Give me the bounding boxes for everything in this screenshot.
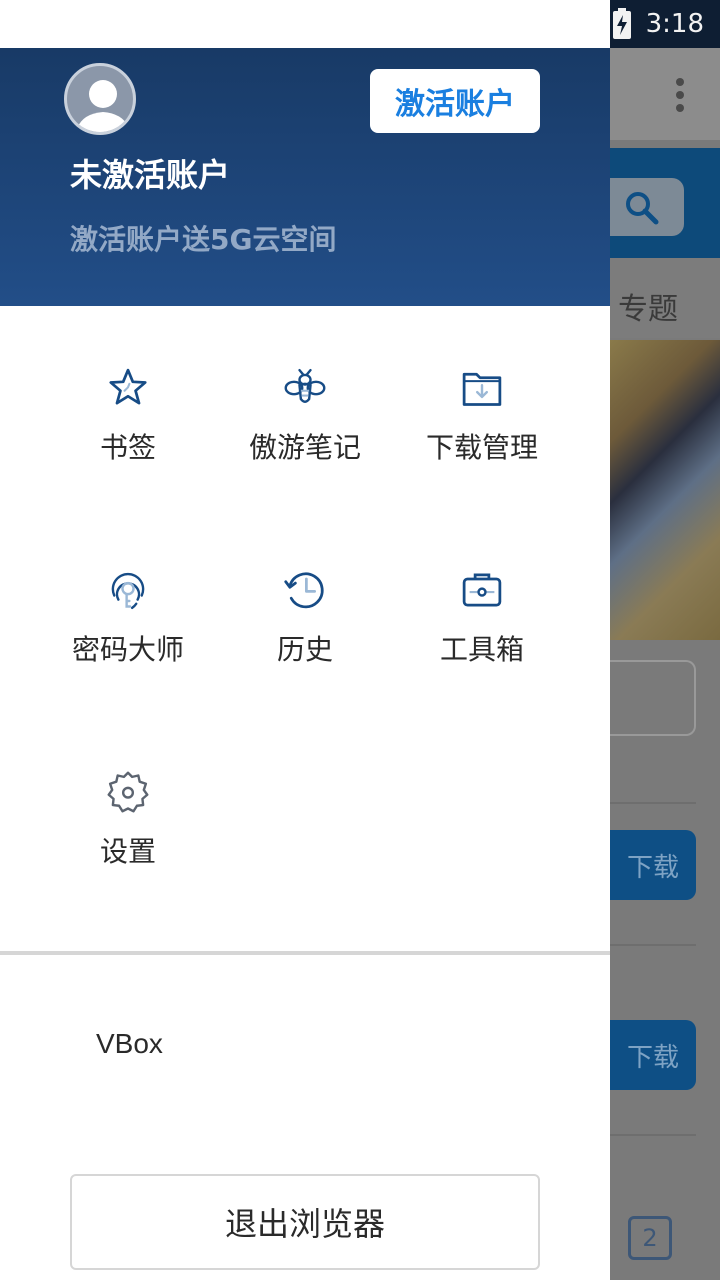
download-button[interactable]: 下载 xyxy=(610,830,696,900)
battery-charging-icon xyxy=(612,8,631,39)
navigation-drawer: 激活账户 未激活账户 激活账户送5G云空间 书签 傲游笔记 下载管理 密码大师 … xyxy=(0,0,610,1280)
menu-item-label: 傲游笔记 xyxy=(248,431,361,464)
vbox-item[interactable]: VBox xyxy=(96,1028,163,1060)
toolbox-icon xyxy=(462,573,502,607)
background-toolbar xyxy=(610,48,720,140)
menu-item-label: 书签 xyxy=(99,431,156,464)
tabs-count-button[interactable]: 2 xyxy=(628,1216,672,1260)
star-icon xyxy=(109,368,147,405)
background-banner-image xyxy=(610,340,720,640)
drawer-divider xyxy=(0,951,610,955)
background-divider xyxy=(610,802,696,804)
tab-topics[interactable]: 专题 xyxy=(618,284,678,328)
menu-item-password-master[interactable]: 密码大师 xyxy=(40,508,216,668)
status-time: 3:18 xyxy=(645,9,704,39)
menu-item-history[interactable]: 历史 xyxy=(217,508,393,668)
menu-item-bookmarks[interactable]: 书签 xyxy=(40,306,216,466)
account-status[interactable]: 未激活账户 xyxy=(70,150,230,196)
drawer-header: 激活账户 未激活账户 激活账户送5G云空间 xyxy=(0,48,610,306)
menu-item-label: 设置 xyxy=(99,835,156,868)
menu-item-label: 下载管理 xyxy=(425,431,538,464)
menu-item-downloads[interactable]: 下载管理 xyxy=(394,306,570,466)
background-divider xyxy=(610,944,696,946)
search-icon xyxy=(626,192,659,225)
menu-item-label: 工具箱 xyxy=(439,633,524,666)
gear-icon xyxy=(107,771,149,813)
menu-item-label: 历史 xyxy=(276,633,333,666)
more-options-icon[interactable] xyxy=(676,78,686,112)
background-search-button[interactable] xyxy=(610,178,684,236)
menu-item-settings[interactable]: 设置 xyxy=(40,710,216,870)
bee-icon xyxy=(284,368,326,403)
download-button[interactable]: 下载 xyxy=(610,1020,696,1090)
account-promo-text: 激活账户送5G云空间 xyxy=(70,223,337,256)
history-clock-icon xyxy=(284,572,324,609)
menu-item-label: 密码大师 xyxy=(71,633,184,666)
menu-item-toolbox[interactable]: 工具箱 xyxy=(394,508,570,668)
background-card xyxy=(610,660,696,736)
background-divider xyxy=(610,1134,696,1136)
avatar-silhouette-icon xyxy=(75,80,131,132)
activate-account-button[interactable]: 激活账户 xyxy=(370,69,540,133)
background-tab-strip: 专题 xyxy=(610,258,720,338)
exit-browser-button[interactable]: 退出浏览器 xyxy=(70,1174,540,1270)
menu-item-notes[interactable]: 傲游笔记 xyxy=(217,306,393,466)
background-page: 专题 下载 下载 2 xyxy=(610,48,720,1280)
fingerprint-key-icon xyxy=(111,572,145,610)
user-avatar-icon[interactable] xyxy=(64,63,136,135)
download-folder-icon xyxy=(462,372,502,406)
